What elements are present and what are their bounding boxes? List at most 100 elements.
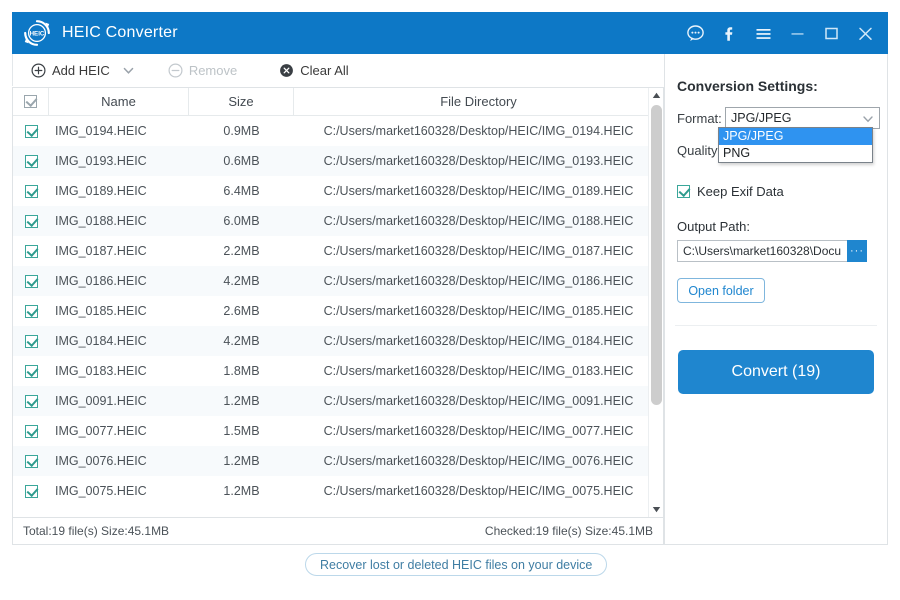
row-file-name: IMG_0183.HEIC [55,364,147,378]
format-label: Format: [677,110,722,126]
column-header-directory[interactable]: File Directory [294,88,663,116]
row-file-size: 1.5MB [223,424,260,438]
table-row[interactable]: IMG_0076.HEIC 1.2MB C:/Users/market160328/… [13,446,663,476]
format-dropdown-list[interactable]: JPG/JPEG PNG [718,127,873,163]
list-scrollbar[interactable] [648,88,663,517]
table-row[interactable]: IMG_0077.HEIC 1.5MB C:/Users/market160328/… [13,416,663,446]
row-checkbox-cell [13,146,49,176]
convert-button[interactable]: Convert (19) [678,350,874,394]
title-bar: HEIC HEIC Converter [12,12,888,54]
row-checkbox[interactable] [24,454,38,468]
row-file-directory: C:/Users/market160328/Desktop/HEIC/IMG_0… [323,214,634,228]
table-row[interactable]: IMG_0188.HEIC 6.0MB C:/Users/market160328/… [13,206,663,236]
row-checkbox[interactable] [24,124,38,138]
remove-button[interactable]: Remove [162,61,243,80]
column-header-name[interactable]: Name [49,88,189,116]
row-checkbox[interactable] [24,424,38,438]
table-row[interactable]: IMG_0091.HEIC 1.2MB C:/Users/market160328/… [13,386,663,416]
scrollbar-track[interactable] [649,103,663,502]
feedback-icon[interactable] [678,16,712,50]
row-checkbox[interactable] [24,244,38,258]
row-file-name: IMG_0077.HEIC [55,424,147,438]
row-checkbox-cell [13,386,49,416]
row-checkbox[interactable] [24,154,38,168]
row-file-name: IMG_0091.HEIC [55,394,147,408]
browse-folder-button[interactable]: ··· [847,240,867,262]
table-row[interactable]: IMG_0189.HEIC 6.4MB C:/Users/market160328/… [13,176,663,206]
row-checkbox-cell [13,326,49,356]
format-option-jpg-jpeg[interactable]: JPG/JPEG [719,128,872,145]
add-heic-dropdown-caret-icon[interactable] [116,59,142,81]
app-logo-icon: HEIC [22,18,52,48]
scroll-up-icon[interactable] [649,88,663,103]
row-checkbox-cell [13,476,49,506]
row-checkbox[interactable] [24,304,38,318]
row-file-name: IMG_0184.HEIC [55,334,147,348]
table-row[interactable]: IMG_0186.HEIC 4.2MB C:/Users/market160328/… [13,266,663,296]
open-folder-button[interactable]: Open folder [677,278,765,303]
row-file-directory: C:/Users/market160328/Desktop/HEIC/IMG_0… [323,334,634,348]
settings-divider [675,325,877,326]
table-row[interactable]: IMG_0075.HEIC 1.2MB C:/Users/market160328/… [13,476,663,506]
row-file-size: 4.2MB [223,334,260,348]
row-checkbox[interactable] [24,274,38,288]
keep-exif-row[interactable]: Keep Exif Data [677,184,887,199]
row-file-size: 4.2MB [223,274,260,288]
add-heic-label: Add HEIC [52,62,110,78]
row-checkbox[interactable] [24,364,38,378]
scrollbar-thumb[interactable] [651,105,662,405]
format-option-png[interactable]: PNG [719,145,872,162]
minimize-icon[interactable] [780,16,814,50]
maximize-icon[interactable] [814,16,848,50]
table-row[interactable]: IMG_0183.HEIC 1.8MB C:/Users/market160328/… [13,356,663,386]
menu-icon[interactable] [746,16,780,50]
row-checkbox[interactable] [24,214,38,228]
row-file-name: IMG_0185.HEIC [55,304,147,318]
facebook-icon[interactable] [712,16,746,50]
row-file-directory: C:/Users/market160328/Desktop/HEIC/IMG_0… [323,124,634,138]
format-select[interactable]: JPG/JPEG [725,107,880,129]
row-checkbox[interactable] [24,334,38,348]
keep-exif-checkbox[interactable] [677,185,690,198]
output-path-input[interactable]: C:\Users\market160328\Docu [677,240,847,262]
column-header-size[interactable]: Size [189,88,294,116]
table-row[interactable]: IMG_0194.HEIC 0.9MB C:/Users/market160328/… [13,116,663,146]
row-file-size: 1.2MB [223,484,260,498]
recover-files-link[interactable]: Recover lost or deleted HEIC files on yo… [305,553,608,576]
clear-all-label: Clear All [300,62,349,78]
row-file-directory: C:/Users/market160328/Desktop/HEIC/IMG_0… [323,424,634,438]
select-all-checkbox[interactable] [24,95,37,108]
row-file-directory: C:/Users/market160328/Desktop/HEIC/IMG_0… [323,244,634,258]
remove-label: Remove [188,62,238,78]
select-all-checkbox-cell [13,88,49,116]
settings-title: Conversion Settings: [677,78,818,94]
add-heic-button[interactable]: Add HEIC [25,61,116,80]
row-checkbox-cell [13,266,49,296]
table-row[interactable]: IMG_0184.HEIC 4.2MB C:/Users/market160328/… [13,326,663,356]
minus-circle-icon [168,62,183,78]
scroll-down-icon[interactable] [649,502,663,517]
heic-converter-window: HEIC HEIC Converter Add HEIC Remove Clea… [0,0,900,600]
table-row[interactable]: IMG_0185.HEIC 2.6MB C:/Users/market160328/… [13,296,663,326]
clear-all-button[interactable]: Clear All [273,61,354,80]
table-row[interactable]: IMG_0193.HEIC 0.6MB C:/Users/market160328/… [13,146,663,176]
row-file-size: 1.8MB [223,364,260,378]
close-icon[interactable] [848,16,882,50]
row-checkbox[interactable] [24,394,38,408]
row-checkbox-cell [13,236,49,266]
row-checkbox-cell [13,296,49,326]
row-file-directory: C:/Users/market160328/Desktop/HEIC/IMG_0… [323,154,634,168]
row-file-name: IMG_0186.HEIC [55,274,147,288]
row-checkbox-cell [13,416,49,446]
row-file-name: IMG_0076.HEIC [55,454,147,468]
table-row[interactable]: IMG_0187.HEIC 2.2MB C:/Users/market160328/… [13,236,663,266]
titlebar-buttons [678,16,888,50]
clear-circle-icon [279,63,294,78]
row-file-directory: C:/Users/market160328/Desktop/HEIC/IMG_0… [323,364,634,378]
row-file-name: IMG_0187.HEIC [55,244,147,258]
row-checkbox[interactable] [24,184,38,198]
row-checkbox[interactable] [24,484,38,498]
row-file-size: 0.6MB [223,154,260,168]
file-list-panel: Name Size File Directory IMG_0194.HEIC 0.… [12,87,664,518]
row-file-directory: C:/Users/market160328/Desktop/HEIC/IMG_0… [323,454,634,468]
